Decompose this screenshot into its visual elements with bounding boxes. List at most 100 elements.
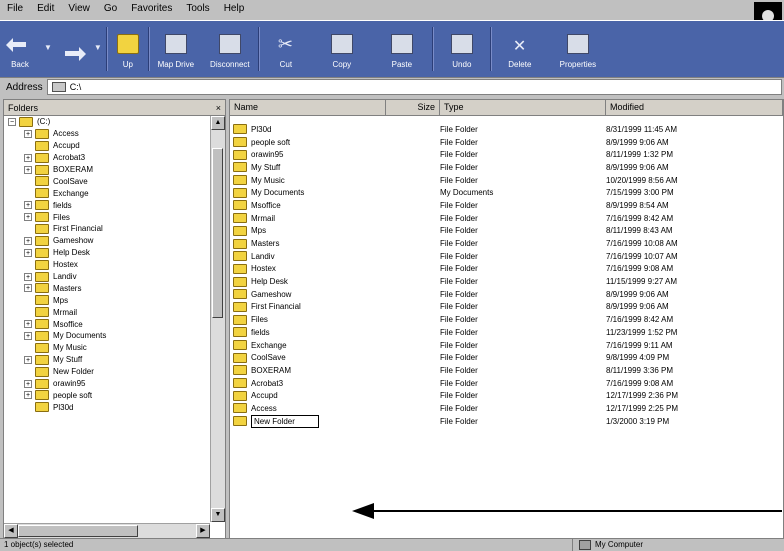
- tree-item[interactable]: + Masters: [4, 282, 210, 294]
- tree-item[interactable]: Pl30d: [4, 401, 210, 413]
- tree-item[interactable]: + Files: [4, 211, 210, 223]
- menu-item-tools[interactable]: Tools: [179, 0, 216, 18]
- tree-item[interactable]: Hostex: [4, 259, 210, 271]
- tree-item[interactable]: + Gameshow: [4, 235, 210, 247]
- tree-item[interactable]: First Financial: [4, 223, 210, 235]
- expand-icon[interactable]: +: [24, 331, 32, 340]
- tree-item[interactable]: + Acrobat3: [4, 152, 210, 164]
- menu-item-file[interactable]: File: [0, 0, 30, 18]
- file-row[interactable]: Mrmail File Folder 7/16/1999 8:42 AM: [230, 212, 783, 225]
- scroll-up-arrow-icon[interactable]: ▲: [211, 116, 225, 130]
- tree-item[interactable]: + BOXERAM: [4, 164, 210, 176]
- tree-item[interactable]: + Landiv: [4, 271, 210, 283]
- file-row[interactable]: people soft File Folder 8/9/1999 9:06 AM: [230, 136, 783, 149]
- tree-item[interactable]: CoolSave: [4, 175, 210, 187]
- file-row[interactable]: Gameshow File Folder 8/9/1999 9:06 AM: [230, 288, 783, 301]
- expand-icon[interactable]: +: [24, 284, 32, 293]
- file-row[interactable]: Help Desk File Folder 11/15/1999 9:27 AM: [230, 275, 783, 288]
- file-row[interactable]: Landiv File Folder 7/16/1999 10:07 AM: [230, 250, 783, 263]
- folders-horizontal-scrollbar[interactable]: ◀ ▶: [4, 523, 210, 538]
- tree-item[interactable]: Accupd: [4, 140, 210, 152]
- file-row[interactable]: New Folder File Folder 1/3/2000 3:19 PM: [230, 414, 783, 428]
- column-header-modified[interactable]: Modified: [606, 100, 783, 115]
- file-row[interactable]: Files File Folder 7/16/1999 8:42 AM: [230, 313, 783, 326]
- forward-dropdown-icon[interactable]: ▼: [90, 43, 106, 52]
- file-row[interactable]: My Music File Folder 10/20/1999 8:56 AM: [230, 174, 783, 187]
- copy-button[interactable]: Copy: [312, 21, 372, 75]
- scroll-down-arrow-icon[interactable]: ▼: [211, 508, 225, 522]
- file-row[interactable]: orawin95 File Folder 8/11/1999 1:32 PM: [230, 148, 783, 161]
- undo-button[interactable]: Undo: [434, 21, 490, 75]
- menu-item-go[interactable]: Go: [97, 0, 124, 18]
- file-row[interactable]: Mps File Folder 8/11/1999 8:43 AM: [230, 225, 783, 238]
- tree-item[interactable]: + Help Desk: [4, 247, 210, 259]
- folders-vertical-scrollbar[interactable]: ▲ ▼: [210, 116, 225, 522]
- disconnect-button[interactable]: Disconnect: [202, 21, 258, 75]
- expand-icon[interactable]: +: [24, 248, 32, 257]
- tree-item[interactable]: + Access: [4, 128, 210, 140]
- tree-item[interactable]: New Folder: [4, 366, 210, 378]
- delete-button[interactable]: Delete: [492, 21, 548, 75]
- file-row[interactable]: Acrobat3 File Folder 7/16/1999 9:08 AM: [230, 377, 783, 390]
- close-icon[interactable]: ×: [216, 103, 221, 113]
- expand-icon[interactable]: +: [24, 320, 32, 329]
- file-row[interactable]: fields File Folder 11/23/1999 1:52 PM: [230, 326, 783, 339]
- file-row[interactable]: BOXERAM File Folder 8/11/1999 3:36 PM: [230, 364, 783, 377]
- paste-button[interactable]: Paste: [372, 21, 432, 75]
- expand-icon[interactable]: +: [24, 129, 32, 138]
- menu-item-favorites[interactable]: Favorites: [124, 0, 179, 18]
- menu-item-edit[interactable]: Edit: [30, 0, 61, 18]
- file-row[interactable]: Pl30d File Folder 8/31/1999 11:45 AM: [230, 123, 783, 136]
- map-drive-button[interactable]: Map Drive: [150, 21, 202, 75]
- tree-item[interactable]: + fields: [4, 199, 210, 211]
- file-row[interactable]: Access File Folder 12/17/1999 2:25 PM: [230, 402, 783, 415]
- folder-icon: [35, 307, 49, 318]
- forward-button[interactable]: [56, 21, 90, 75]
- tree-item[interactable]: Mrmail: [4, 306, 210, 318]
- scroll-thumb[interactable]: [212, 148, 223, 318]
- expand-icon[interactable]: +: [24, 165, 32, 174]
- scroll-right-arrow-icon[interactable]: ▶: [196, 524, 210, 538]
- file-row[interactable]: Hostex File Folder 7/16/1999 9:08 AM: [230, 263, 783, 276]
- expand-icon[interactable]: +: [24, 213, 32, 222]
- tree-item[interactable]: + My Documents: [4, 330, 210, 342]
- column-header-name[interactable]: Name: [230, 100, 386, 115]
- properties-button[interactable]: Properties: [548, 21, 608, 75]
- file-row[interactable]: First Financial File Folder 8/9/1999 9:06 …: [230, 301, 783, 314]
- column-header-type[interactable]: Type: [440, 100, 606, 115]
- file-row[interactable]: Msoffice File Folder 8/9/1999 8:54 AM: [230, 199, 783, 212]
- file-row[interactable]: Accupd File Folder 12/17/1999 2:36 PM: [230, 389, 783, 402]
- address-input[interactable]: C:\: [46, 79, 782, 95]
- up-button[interactable]: Up: [108, 21, 148, 75]
- tree-item[interactable]: + orawin95: [4, 378, 210, 390]
- expand-icon[interactable]: +: [24, 236, 32, 245]
- tree-item[interactable]: Mps: [4, 294, 210, 306]
- tree-item[interactable]: + My Stuff: [4, 354, 210, 366]
- file-row[interactable]: CoolSave File Folder 9/8/1999 4:09 PM: [230, 351, 783, 364]
- expand-icon[interactable]: +: [24, 153, 32, 162]
- expand-icon[interactable]: +: [24, 355, 32, 364]
- tree-item[interactable]: + Msoffice: [4, 318, 210, 330]
- scroll-left-arrow-icon[interactable]: ◀: [4, 524, 18, 538]
- file-row[interactable]: Masters File Folder 7/16/1999 10:08 AM: [230, 237, 783, 250]
- expand-icon[interactable]: +: [24, 379, 32, 388]
- back-dropdown-icon[interactable]: ▼: [40, 43, 56, 52]
- file-row[interactable]: My Stuff File Folder 8/9/1999 9:06 AM: [230, 161, 783, 174]
- expand-icon[interactable]: +: [24, 391, 32, 400]
- tree-item[interactable]: − (C:): [4, 116, 210, 128]
- expand-icon[interactable]: +: [24, 201, 32, 210]
- tree-item[interactable]: + people soft: [4, 389, 210, 401]
- menu-item-help[interactable]: Help: [217, 0, 252, 18]
- file-row[interactable]: My Documents My Documents 7/15/1999 3:00 P…: [230, 186, 783, 199]
- expand-icon[interactable]: +: [24, 272, 32, 281]
- tree-item[interactable]: Exchange: [4, 187, 210, 199]
- menu-item-view[interactable]: View: [61, 0, 97, 18]
- column-header-size[interactable]: Size: [386, 100, 440, 115]
- tree-item[interactable]: My Music: [4, 342, 210, 354]
- cut-button[interactable]: Cut: [260, 21, 312, 75]
- file-row[interactable]: Exchange File Folder 7/16/1999 9:11 AM: [230, 339, 783, 352]
- back-button[interactable]: Back: [0, 21, 40, 75]
- collapse-icon[interactable]: −: [8, 117, 16, 126]
- rename-input[interactable]: New Folder: [251, 414, 319, 428]
- scroll-thumb[interactable]: [18, 525, 138, 537]
